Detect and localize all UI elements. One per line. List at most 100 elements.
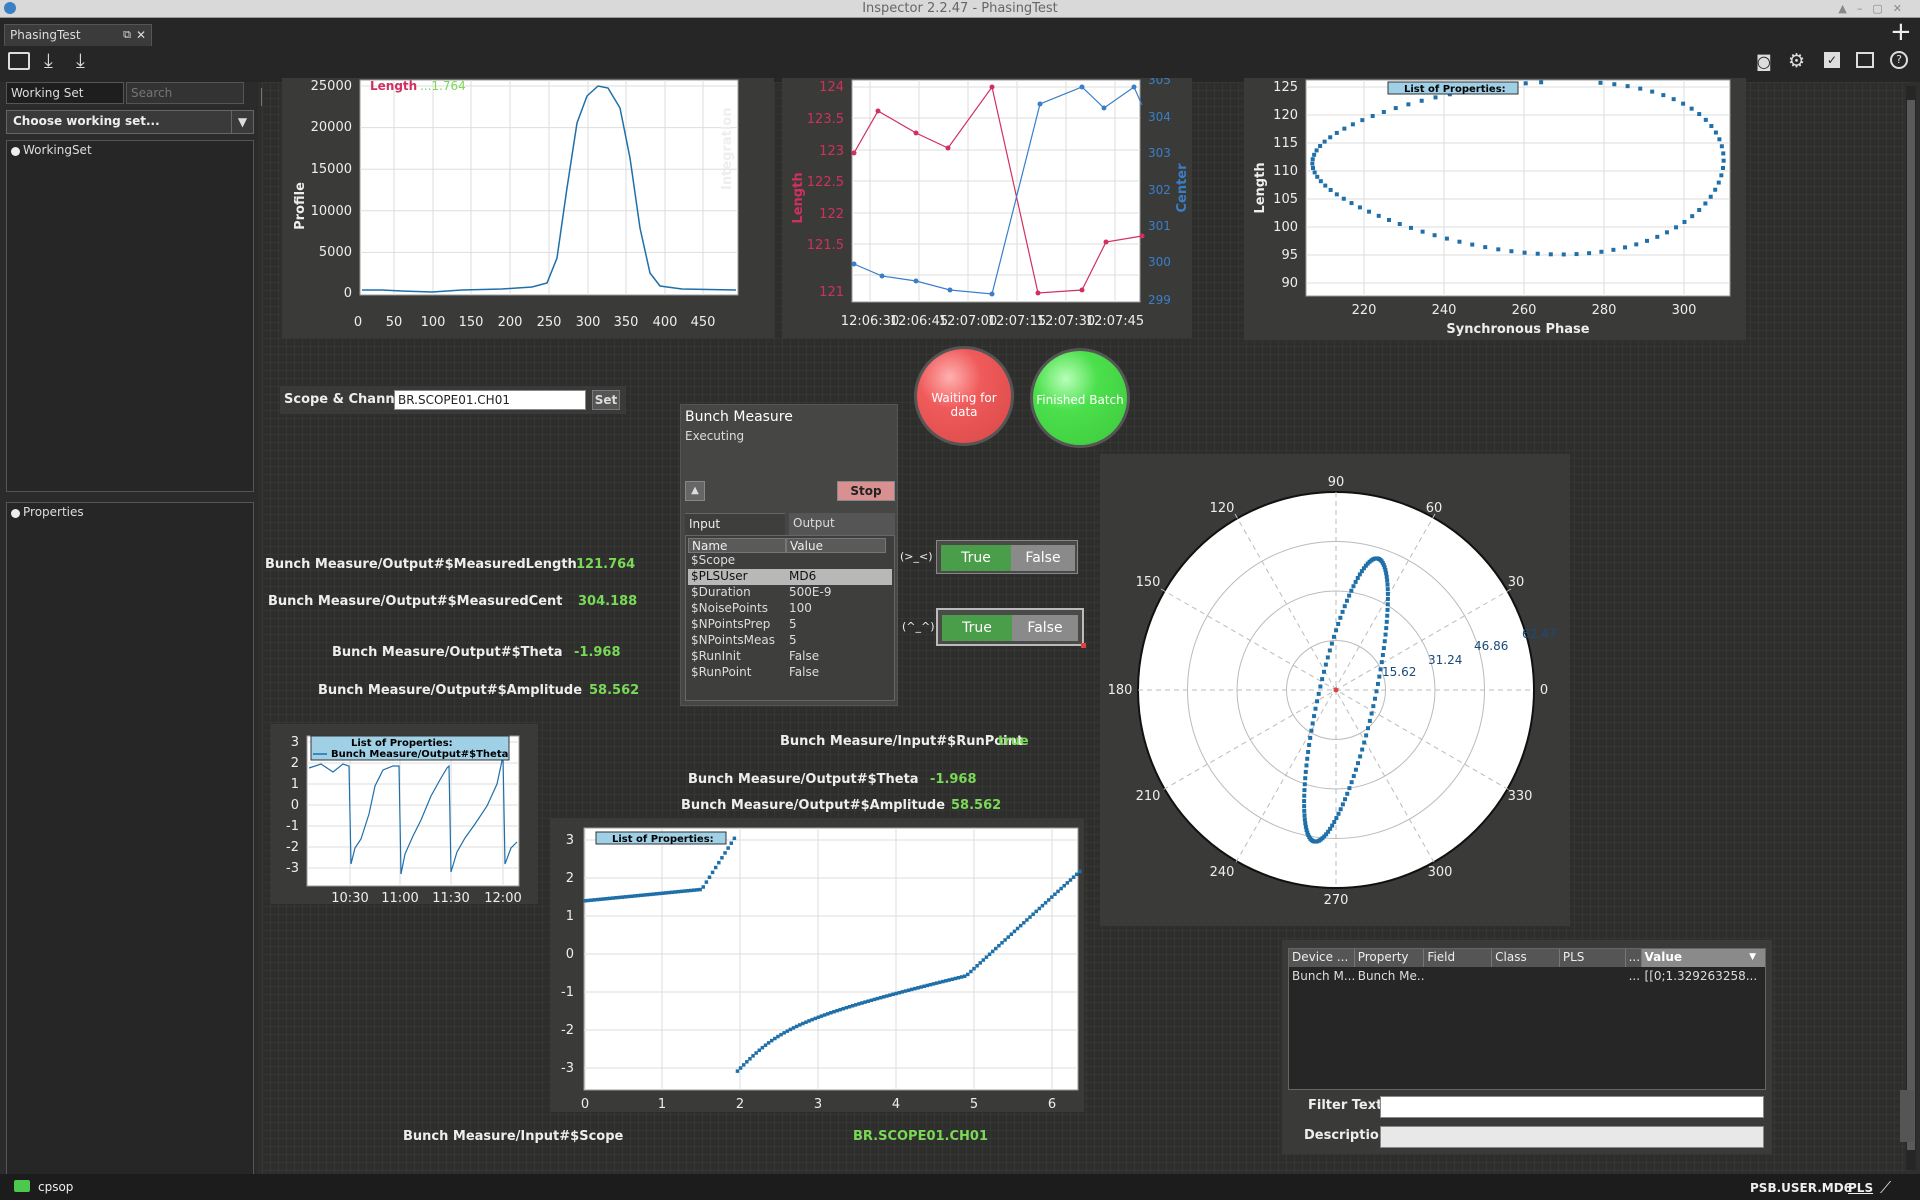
vertical-scrollbar[interactable] bbox=[1906, 86, 1916, 1170]
polar-point bbox=[1375, 681, 1380, 686]
ytick: 125 bbox=[1273, 80, 1298, 95]
scatter-point bbox=[1028, 915, 1032, 919]
ytick: 301 bbox=[1148, 219, 1171, 233]
new-tab-icon[interactable]: + bbox=[1890, 19, 1912, 45]
working-set-field[interactable]: Working Set bbox=[6, 82, 124, 104]
integration-side-label: Integration bbox=[720, 107, 735, 190]
toggle-2[interactable]: True False bbox=[936, 608, 1086, 648]
table-row[interactable]: $PLSUser MD6 bbox=[688, 569, 892, 585]
scatter-point bbox=[617, 895, 621, 900]
header-value[interactable]: Value bbox=[1641, 949, 1750, 967]
header-field[interactable]: Field bbox=[1424, 949, 1493, 967]
scrollbar-thumb[interactable] bbox=[1907, 100, 1915, 1150]
phase-xticks: 220 240 260 280 300 bbox=[1352, 303, 1697, 318]
camera-icon[interactable]: ◙ bbox=[1756, 52, 1772, 71]
tree-root-workingset[interactable]: WorkingSet bbox=[23, 143, 92, 157]
download-icon[interactable]: ⤓ bbox=[44, 48, 53, 72]
radius-label: 15.62 bbox=[1382, 665, 1416, 679]
window-controls[interactable]: ▲–▢✕ bbox=[1838, 0, 1912, 18]
resize-grip-icon[interactable]: ⟋ bbox=[1880, 1178, 1891, 1198]
toggle-1-true[interactable]: True bbox=[941, 545, 1011, 571]
tab-detach-icon[interactable]: ⧉ bbox=[123, 25, 131, 45]
scatter-point bbox=[882, 995, 886, 999]
scatter-point bbox=[934, 981, 939, 985]
table-row[interactable]: $Scope bbox=[688, 553, 892, 569]
tab-input[interactable]: Input bbox=[685, 513, 785, 535]
help-icon[interactable]: ? bbox=[1890, 51, 1908, 69]
stop-button[interactable]: Stop bbox=[837, 481, 895, 501]
polar-point bbox=[1338, 807, 1343, 812]
scatter-point bbox=[760, 1045, 765, 1050]
phase-point bbox=[1328, 135, 1333, 140]
table-row[interactable]: $Duration 500E-9 bbox=[688, 585, 892, 601]
tab-close-icon[interactable]: ✕ bbox=[136, 25, 146, 45]
ytick: 300 bbox=[1148, 255, 1171, 269]
scope-channel-input[interactable]: BR.SCOPE01.CH01 bbox=[394, 390, 586, 410]
ytick: 299 bbox=[1148, 293, 1171, 307]
table-row[interactable]: $NPointsPrep 5 bbox=[688, 617, 892, 633]
col-name: Name bbox=[688, 538, 786, 553]
xtick: 150 bbox=[459, 315, 484, 330]
table-row[interactable]: $RunPoint False bbox=[688, 665, 892, 681]
download-plus-icon[interactable]: ⤓ bbox=[76, 48, 85, 72]
chevron-down-icon[interactable]: ▼ bbox=[231, 111, 253, 133]
table-row[interactable]: $NPointsMeas 5 bbox=[688, 633, 892, 649]
header-property[interactable]: Property bbox=[1355, 949, 1425, 967]
tab-output[interactable]: Output bbox=[789, 513, 895, 535]
xtick: 350 bbox=[614, 315, 639, 330]
scatter-point bbox=[661, 891, 665, 895]
tree-root-properties[interactable]: Properties bbox=[23, 505, 84, 519]
working-set-dropdown[interactable]: Choose working set... ▼ bbox=[6, 110, 254, 134]
angle-label: 120 bbox=[1210, 501, 1235, 516]
unlock-icon[interactable] bbox=[14, 1180, 30, 1192]
scope-set-button[interactable]: Set bbox=[592, 390, 620, 410]
check-icon[interactable]: ✓ bbox=[1824, 52, 1840, 68]
scatter-point bbox=[797, 1023, 802, 1027]
scatter-point bbox=[717, 860, 721, 865]
xtick: 11:30 bbox=[432, 891, 469, 904]
film-icon[interactable] bbox=[1856, 52, 1874, 68]
ytick: -2 bbox=[286, 840, 299, 855]
search-input[interactable] bbox=[126, 82, 244, 104]
scatter-point bbox=[723, 851, 727, 855]
header-menu-icon[interactable]: ▼ bbox=[1749, 949, 1765, 967]
sidebar: Working Set Choose working set... ▼ Work… bbox=[0, 82, 269, 1200]
theta2-label: Bunch Measure/Output#$Theta bbox=[688, 772, 919, 787]
pls-button[interactable]: PLS bbox=[1848, 1181, 1873, 1195]
phase-point bbox=[1674, 225, 1679, 230]
table-row[interactable]: $NoisePoints 100 bbox=[688, 601, 892, 617]
phase-point bbox=[1386, 217, 1391, 222]
header-pls[interactable]: PLS bbox=[1560, 949, 1626, 967]
services-side-tab[interactable] bbox=[1900, 1090, 1914, 1142]
scatter-point bbox=[878, 995, 883, 1000]
table-row[interactable]: Bunch M... Bunch Me... ... [[0;1.3292632… bbox=[1289, 967, 1765, 985]
scatter-point bbox=[813, 1016, 818, 1021]
toggle-1[interactable]: True False bbox=[936, 540, 1078, 574]
toggle-1-false[interactable]: False bbox=[1011, 545, 1075, 571]
xtick: 450 bbox=[691, 315, 716, 330]
phase-point bbox=[1341, 196, 1346, 201]
table-row[interactable]: $RunInit False bbox=[688, 649, 892, 665]
collapse-up-icon[interactable]: ▲ bbox=[685, 481, 705, 501]
header-class[interactable]: Class bbox=[1492, 949, 1560, 967]
scatter-point bbox=[626, 894, 631, 899]
profile-legend-value: ...1.764 bbox=[420, 79, 466, 93]
header-device[interactable]: Device ... bbox=[1289, 949, 1355, 967]
polar-point bbox=[1312, 714, 1317, 719]
open-folder-icon[interactable] bbox=[8, 52, 30, 70]
filter-text-input[interactable] bbox=[1380, 1096, 1764, 1118]
toggle-2-true[interactable]: True bbox=[942, 615, 1012, 641]
phase-point bbox=[1703, 117, 1708, 122]
scatter-point bbox=[804, 1020, 808, 1024]
gear-icon[interactable]: ⚙ bbox=[1788, 50, 1805, 72]
description-input[interactable] bbox=[1380, 1126, 1764, 1148]
toggle-2-false[interactable]: False bbox=[1012, 615, 1078, 641]
polar-point bbox=[1334, 628, 1339, 633]
polar-point bbox=[1302, 793, 1307, 798]
scatter-point bbox=[766, 1041, 771, 1045]
phase-point bbox=[1623, 245, 1628, 250]
tab-phasingtest[interactable]: PhasingTest ⧉ ✕ bbox=[4, 24, 152, 46]
scatter-point bbox=[1062, 883, 1066, 888]
header-more[interactable]: ... bbox=[1626, 949, 1642, 967]
param-value: 500E-9 bbox=[789, 585, 832, 599]
